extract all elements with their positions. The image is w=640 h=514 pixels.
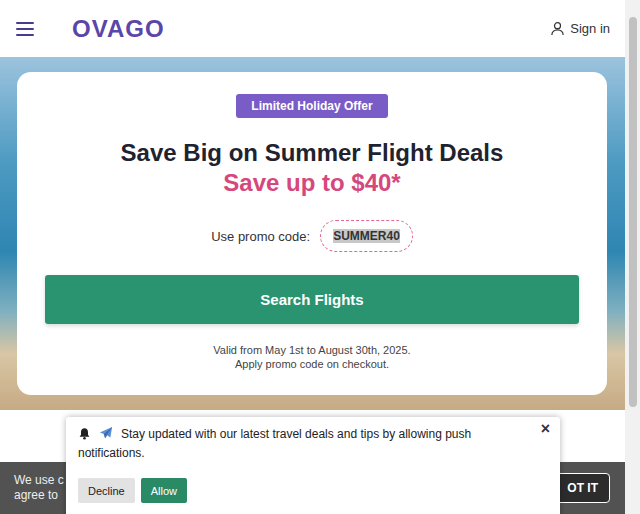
hero: Limited Holiday Offer Save Big on Summer …: [0, 57, 625, 410]
notification-buttons: DeclineAllow: [78, 478, 538, 503]
cookie-accept-button[interactable]: OT IT: [555, 473, 610, 503]
main: OVAGO Sign in Limited Holiday Offer Save Bi…: [0, 0, 625, 514]
bell-icon: [78, 427, 91, 440]
scrollbar[interactable]: [625, 0, 640, 514]
notification-message: Stay updated with our latest travel deal…: [78, 425, 538, 463]
validity-note: Valid from May 1st to August 30th, 2025.…: [213, 343, 410, 371]
decline-button[interactable]: Decline: [78, 478, 135, 503]
page: OVAGO Sign in Limited Holiday Offer Save Bi…: [0, 0, 640, 514]
cookie-text: We use cagree to: [14, 473, 64, 503]
sign-in-button[interactable]: Sign in: [550, 19, 610, 38]
offer-badge: Limited Holiday Offer: [236, 94, 387, 118]
menu-icon: [16, 22, 34, 36]
promo-row: Use promo code: SUMMER40: [211, 219, 413, 253]
promo-card: Limited Holiday Offer Save Big on Summer …: [17, 72, 607, 395]
user-icon: [550, 21, 565, 36]
header: OVAGO Sign in: [0, 0, 625, 57]
menu-button[interactable]: [16, 20, 34, 38]
promo-label: Use promo code:: [211, 229, 310, 244]
allow-button[interactable]: Allow: [141, 478, 187, 503]
scrollbar-thumb[interactable]: [629, 17, 637, 407]
promo-subtitle: Save up to $40*: [223, 168, 400, 198]
notification-popup: ×Stay updated with our latest travel dea…: [66, 417, 560, 514]
promo-code[interactable]: SUMMER40: [320, 220, 413, 252]
validity-line: Valid from May 1st to August 30th, 2025.: [213, 343, 410, 357]
logo[interactable]: OVAGO: [72, 15, 165, 43]
promo-title: Save Big on Summer Flight Deals: [121, 138, 504, 168]
search-flights-button[interactable]: Search Flights: [45, 275, 579, 324]
airplane-icon: [99, 426, 113, 440]
close-button[interactable]: ×: [539, 420, 552, 438]
validity-line: Apply promo code on checkout.: [213, 357, 410, 371]
